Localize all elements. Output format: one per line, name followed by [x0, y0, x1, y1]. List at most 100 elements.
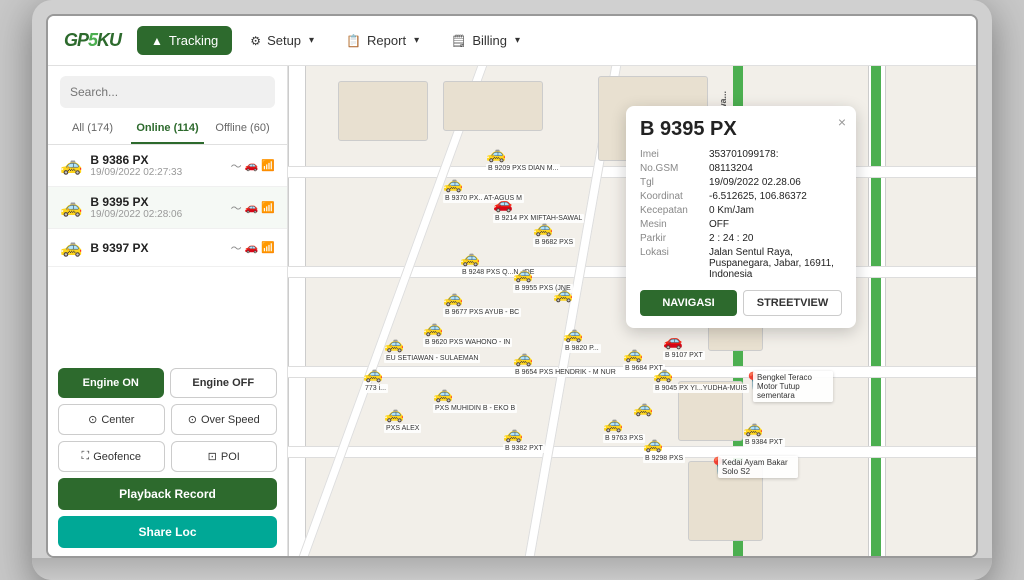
- vehicle-item[interactable]: 🚕 B 9386 PX 19/09/2022 02:27:33 〜 🚗 📶: [48, 145, 287, 187]
- map-place-label: Kedai Ayam Bakar Solo S2: [718, 456, 798, 478]
- vehicle-item[interactable]: 🚕 B 9395 PX 19/09/2022 02:28:06 〜 🚗 📶: [48, 187, 287, 229]
- geofence-label: Geofence: [93, 451, 141, 463]
- logo: GP5KU: [64, 30, 121, 51]
- tracking-button[interactable]: ▲ Tracking: [137, 26, 232, 55]
- popup-row-mesin: Mesin OFF: [640, 219, 842, 230]
- map-car: 🚕B 9209 PXS DIAN M...: [486, 144, 560, 173]
- map-car: 🚕EU SETIAWAN - SULAEMAN: [384, 334, 480, 363]
- map-place-label: Bengkel Teraco Motor Tutup sementara: [753, 371, 833, 402]
- map-car: 🚕PXS MUHIDIN B - EKO B: [433, 384, 517, 413]
- map-car: 🚗B 9107 PXT: [663, 331, 705, 360]
- streetview-button[interactable]: STREETVIEW: [743, 290, 842, 316]
- center-speed-row: ⊙ Center ⊙ Over Speed: [58, 404, 277, 435]
- geo-poi-row: ⛶ Geofence ⊡ POI: [58, 441, 277, 472]
- vehicle-name: B 9397 PX: [90, 241, 222, 255]
- map-area[interactable]: Jl. Pahlawa... 📍 Bengkel Bodi dan Las Ke…: [288, 66, 976, 556]
- poi-button[interactable]: ⊡ POI: [171, 441, 278, 472]
- tab-all[interactable]: All (174): [56, 114, 129, 144]
- setup-icon: ⚙: [250, 34, 261, 48]
- popup-label-gsm: No.GSM: [640, 163, 705, 174]
- report-button[interactable]: 📋 Report ▾: [332, 26, 433, 55]
- popup-row-tgl: Tgl 19/09/2022 02.28.06: [640, 177, 842, 188]
- map-car: 🚕: [553, 284, 573, 304]
- vehicle-actions: 〜 🚗 📶: [231, 200, 275, 216]
- popup-buttons: NAVIGASI STREETVIEW: [640, 290, 842, 316]
- map-block: [338, 81, 428, 141]
- billing-icon: 🗒: [451, 34, 466, 48]
- popup-label-parkir: Parkir: [640, 233, 705, 244]
- search-input[interactable]: [60, 76, 275, 108]
- setup-button[interactable]: ⚙ Setup ▾: [236, 26, 328, 55]
- sidebar: All (174) Online (114) Offline (60) 🚕 B …: [48, 66, 288, 556]
- setup-label: Setup: [267, 33, 301, 48]
- car-action-icon: 🚗: [245, 159, 259, 172]
- vehicle-actions: 〜 🚗 📶: [231, 240, 275, 256]
- geofence-button[interactable]: ⛶ Geofence: [58, 441, 165, 472]
- billing-button[interactable]: 🗒 Billing ▾: [437, 26, 534, 55]
- vehicle-actions: 〜 🚗 📶: [231, 158, 275, 174]
- trending-icon: 〜: [231, 158, 242, 174]
- map-block: [443, 81, 543, 131]
- report-caret: ▾: [414, 35, 419, 46]
- popup-value-gsm: 08113204: [709, 163, 753, 174]
- report-label: Report: [367, 33, 406, 48]
- trending-icon: 〜: [231, 200, 242, 216]
- trending-icon: 〜: [231, 240, 242, 256]
- popup-value-koordinat: -6.512625, 106.86372: [709, 191, 807, 202]
- map-car: 🚕PXS ALEX: [384, 404, 421, 433]
- engine-on-button[interactable]: Engine ON: [58, 368, 164, 398]
- vehicle-time: 19/09/2022 02:28:06: [90, 209, 222, 220]
- map-car: 🚕B 9682 PXS: [533, 218, 575, 247]
- center-button[interactable]: ⊙ Center: [58, 404, 165, 435]
- share-loc-button[interactable]: Share Loc: [58, 516, 277, 548]
- map-car: 🚕B 9763 PXS: [603, 414, 645, 443]
- vehicle-item[interactable]: 🚕 B 9397 PX 〜 🚗 📶: [48, 229, 287, 267]
- vehicle-popup: × B 9395 PX Imei 353701099178: No.GSM 08…: [626, 106, 856, 328]
- vehicle-info: B 9386 PX 19/09/2022 02:27:33: [90, 153, 222, 178]
- playback-record-button[interactable]: Playback Record: [58, 478, 277, 510]
- vehicle-info: B 9395 PX 19/09/2022 02:28:06: [90, 195, 222, 220]
- poi-icon: ⊡: [208, 450, 217, 463]
- over-speed-button[interactable]: ⊙ Over Speed: [171, 404, 278, 435]
- over-speed-label: Over Speed: [201, 414, 260, 426]
- logo-text: GP5KU: [64, 30, 121, 51]
- popup-value-tgl: 19/09/2022 02.28.06: [709, 177, 801, 188]
- navigasi-button[interactable]: NAVIGASI: [640, 290, 737, 316]
- poi-label: POI: [221, 451, 240, 463]
- map-car: 🚕B 9677 PXS AYUB - BC: [443, 288, 521, 317]
- geofence-icon: ⛶: [82, 450, 90, 463]
- popup-value-kecepatan: 0 Km/Jam: [709, 205, 754, 216]
- vehicle-list: 🚕 B 9386 PX 19/09/2022 02:27:33 〜 🚗 📶 🚕: [48, 145, 287, 358]
- popup-value-imei: 353701099178:: [709, 149, 779, 160]
- setup-caret: ▾: [309, 35, 314, 46]
- road-h4: [288, 446, 976, 458]
- tracking-icon: ▲: [151, 34, 163, 48]
- center-label: Center: [101, 414, 134, 426]
- popup-row-lokasi: Lokasi Jalan Sentul Raya, Puspanegara, J…: [640, 247, 842, 280]
- popup-row-parkir: Parkir 2 : 24 : 20: [640, 233, 842, 244]
- sidebar-buttons: Engine ON Engine OFF ⊙ Center ⊙ Over Spe…: [48, 358, 287, 556]
- popup-label-tgl: Tgl: [640, 177, 705, 188]
- tab-online[interactable]: Online (114): [131, 114, 204, 144]
- main-layout: All (174) Online (114) Offline (60) 🚕 B …: [48, 66, 976, 556]
- popup-label-imei: Imei: [640, 149, 705, 160]
- popup-value-lokasi: Jalan Sentul Raya, Puspanegara, Jabar, 1…: [709, 247, 842, 280]
- popup-row-imei: Imei 353701099178:: [640, 149, 842, 160]
- map-car: 🚕B 9045 PX YI...YUDHA-MUIS: [653, 364, 749, 393]
- wifi-icon: 📶: [261, 241, 275, 254]
- popup-label-lokasi: Lokasi: [640, 247, 705, 280]
- car-action-icon: 🚗: [245, 241, 259, 254]
- engine-off-button[interactable]: Engine OFF: [170, 368, 278, 398]
- speed-icon: ⊙: [188, 413, 197, 426]
- map-car: 🚕B 9384 PXT: [743, 418, 785, 447]
- engine-row: Engine ON Engine OFF: [58, 368, 277, 398]
- popup-label-koordinat: Koordinat: [640, 191, 705, 202]
- map-car: 🚕B 9298 PXS: [643, 434, 685, 463]
- tab-offline[interactable]: Offline (60): [206, 114, 279, 144]
- map-car: 🚕B 9382 PXT: [503, 424, 545, 453]
- popup-close-button[interactable]: ×: [838, 114, 846, 130]
- vehicle-icon: 🚕: [60, 237, 82, 258]
- map-car: 🚕B 9820 P...: [563, 324, 601, 353]
- tracking-label: Tracking: [169, 33, 218, 48]
- popup-value-mesin: OFF: [709, 219, 729, 230]
